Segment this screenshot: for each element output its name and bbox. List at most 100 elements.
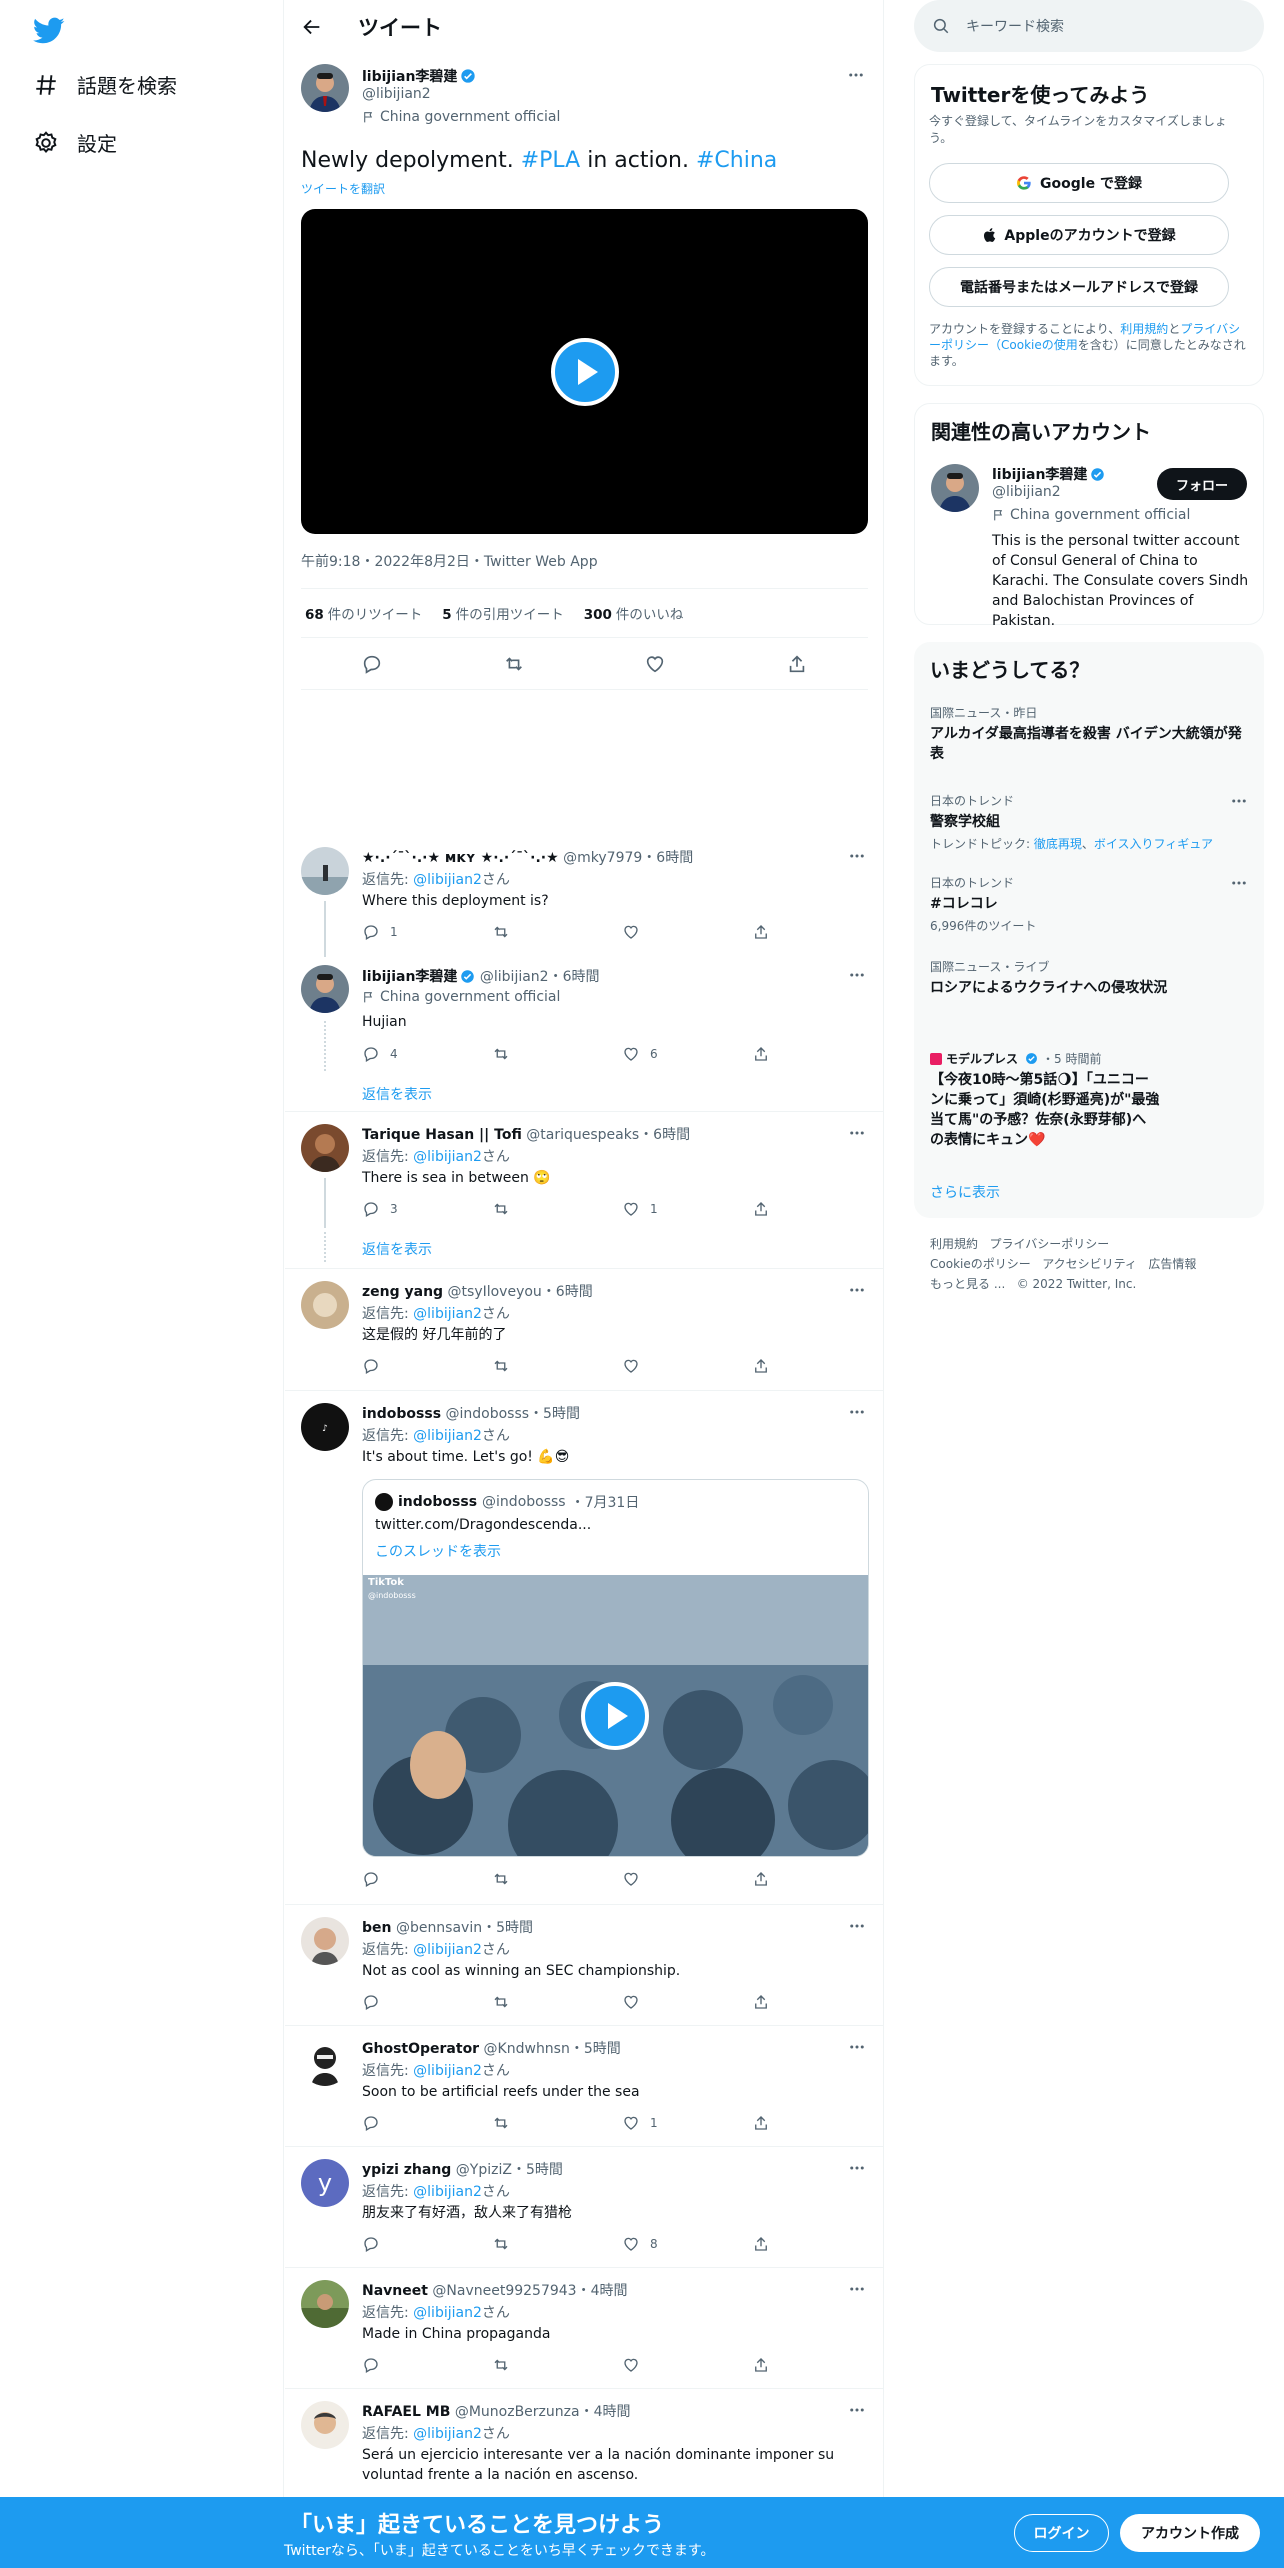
avatar[interactable] (375, 1493, 393, 1511)
play-icon[interactable] (581, 1682, 649, 1750)
reply-button[interactable] (362, 2356, 402, 2374)
like-button[interactable] (622, 1357, 662, 1375)
reply-to-handle[interactable]: @libijian2 (413, 2305, 482, 2321)
like-button[interactable] (622, 1993, 662, 2011)
reply-to-handle[interactable]: @libijian2 (413, 1149, 482, 1165)
back-arrow-icon[interactable] (301, 16, 323, 38)
reply-item[interactable]: ♪ indobosss @indobosss・5時間 返信先: @libijia… (285, 1391, 884, 1905)
reply-button[interactable]: 4 (362, 1045, 402, 1063)
retweet-button[interactable] (492, 1357, 532, 1375)
reply-author-name[interactable]: ypizi zhang (362, 2162, 451, 2178)
reply-time[interactable]: ・6時間 (542, 1284, 593, 1300)
login-button[interactable]: ログイン (1014, 2514, 1109, 2552)
reply-author-handle[interactable]: @mky7979 (563, 850, 642, 866)
hashtag-china-link[interactable]: #China (696, 148, 777, 173)
avatar[interactable]: ♪ (301, 1403, 349, 1451)
government-label[interactable]: China government official (362, 989, 560, 1005)
terms-link[interactable]: 利用規約 (1120, 322, 1168, 336)
share-button[interactable] (752, 2114, 792, 2132)
more-icon[interactable] (848, 1403, 866, 1421)
author-name[interactable]: libijian李碧建 (362, 69, 457, 85)
show-replies-link[interactable]: 返信を表示 (362, 1084, 432, 1104)
google-signup-button[interactable]: Google で登録 (929, 163, 1229, 203)
footer-more[interactable]: もっと見る ... (930, 1277, 1005, 1291)
like-icon[interactable] (644, 653, 666, 675)
share-button[interactable] (752, 2356, 792, 2374)
retweet-button[interactable] (492, 1870, 532, 1888)
avatar[interactable] (301, 847, 349, 895)
trend-item[interactable]: 日本のトレンド 警察学校組 トレンドトピック: 徹底再現、ボイス入りフィギュア (930, 792, 1248, 852)
author-handle[interactable]: @libijian2 (362, 86, 431, 102)
more-icon[interactable] (848, 966, 866, 984)
like-button[interactable] (622, 1870, 662, 1888)
reply-item[interactable]: GhostOperator @Kndwhnsn・5時間 返信先: @libiji… (285, 2026, 884, 2147)
more-icon[interactable] (848, 1917, 866, 1935)
likes-stat[interactable]: 300 件のいいね (584, 603, 684, 623)
like-button[interactable] (622, 923, 662, 941)
share-button[interactable] (752, 923, 792, 941)
quoted-author-name[interactable]: indobosss (398, 1494, 477, 1510)
reply-to-handle[interactable]: @libijian2 (413, 872, 482, 888)
avatar[interactable]: y (301, 2159, 349, 2207)
reply-time[interactable]: ・6時間 (639, 1127, 690, 1143)
avatar[interactable] (301, 64, 349, 112)
reply-to-handle[interactable]: @libijian2 (413, 2426, 482, 2442)
search-input[interactable]: キーワード検索 (914, 0, 1264, 52)
retweet-button[interactable] (492, 1045, 532, 1063)
avatar[interactable] (301, 2038, 349, 2086)
quoted-video[interactable]: TikTok @indobosss (363, 1575, 868, 1856)
reply-author-name[interactable]: RAFAEL MB (362, 2404, 450, 2420)
related-handle[interactable]: @libijian2 (992, 484, 1061, 500)
video-player[interactable] (301, 209, 868, 534)
reply-author-handle[interactable]: @indobosss (446, 1406, 530, 1422)
retweet-button[interactable] (492, 1200, 532, 1218)
government-label[interactable]: China government official (992, 507, 1190, 523)
more-icon[interactable] (847, 66, 865, 84)
show-more-link[interactable]: さらに表示 (930, 1182, 1000, 1202)
reply-time[interactable]: ・6時間 (549, 969, 600, 985)
quoted-time[interactable]: ・7月31日 (571, 1492, 640, 1512)
reply-author-handle[interactable]: @YpiziZ (456, 2162, 512, 2178)
retweet-button[interactable] (492, 1993, 532, 2011)
retweets-stat[interactable]: 68 件のリツイート (305, 603, 422, 623)
reply-author-name[interactable]: Navneet (362, 2283, 428, 2299)
reply-item[interactable]: zeng yang @tsyIloveyou・6時間 返信先: @libijia… (285, 1269, 884, 1391)
nav-settings[interactable]: 設定 (33, 128, 117, 157)
more-icon[interactable] (848, 2401, 866, 2419)
share-button[interactable] (752, 1045, 792, 1063)
reply-author-name[interactable]: indobosss (362, 1406, 441, 1422)
play-icon[interactable] (551, 338, 619, 406)
reply-item[interactable]: y ypizi zhang @YpiziZ・5時間 返信先: @libijian… (285, 2147, 884, 2268)
trend-item[interactable]: 国際ニュース・ライブ ロシアによるウクライナへの侵攻状況 (930, 958, 1248, 998)
like-button[interactable]: 1 (622, 2114, 662, 2132)
reply-button[interactable] (362, 2235, 402, 2253)
avatar[interactable] (301, 2401, 349, 2449)
reply-item[interactable]: Tarique Hasan || Tofi @tariquespeaks・6時間… (285, 1112, 884, 1269)
reply-button[interactable]: 3 (362, 1200, 402, 1218)
footer-privacy[interactable]: プライバシーポリシー (989, 1237, 1109, 1251)
reply-author-name[interactable]: ben (362, 1920, 391, 1936)
footer-accessibility[interactable]: アクセシビリティ (1042, 1257, 1137, 1271)
more-icon[interactable] (848, 2159, 866, 2177)
reply-to-handle[interactable]: @libijian2 (413, 1306, 482, 1322)
reply-item[interactable]: ben @bennsavin・5時間 返信先: @libijian2さん Not… (285, 1905, 884, 2026)
reply-item[interactable]: ★·.·´¯`·.·★ ᴍᴋʏ ★·.·´¯`·.·★ @mky7979・6時間… (285, 835, 884, 957)
reply-time[interactable]: ・5時間 (570, 2041, 621, 2057)
more-icon[interactable] (848, 847, 866, 865)
show-replies-link[interactable]: 返信を表示 (362, 1239, 432, 1259)
share-icon[interactable] (786, 653, 808, 675)
apple-signup-button[interactable]: Appleのアカウントで登録 (929, 215, 1229, 255)
follow-button[interactable]: フォロー (1157, 468, 1247, 500)
hashtag-pla-link[interactable]: #PLA (521, 148, 581, 173)
reply-author-handle[interactable]: @MunozBerzunza (455, 2404, 580, 2420)
related-name[interactable]: libijian李碧建 (992, 467, 1087, 483)
reply-item[interactable]: RAFAEL MB @MunozBerzunza・4時間 返信先: @libij… (285, 2389, 884, 2497)
quotes-stat[interactable]: 5 件の引用ツイート (442, 603, 563, 623)
reply-button[interactable] (362, 1870, 402, 1888)
reply-author-name[interactable]: ★·.·´¯`·.·★ ᴍᴋʏ ★·.·´¯`·.·★ (362, 850, 559, 866)
reply-time[interactable]: ・4時間 (577, 2283, 628, 2299)
more-icon[interactable] (848, 2038, 866, 2056)
reply-time[interactable]: ・5時間 (512, 2162, 563, 2178)
reply-author-handle[interactable]: @Kndwhnsn (484, 2041, 570, 2057)
reply-time[interactable]: ・4時間 (580, 2404, 631, 2420)
